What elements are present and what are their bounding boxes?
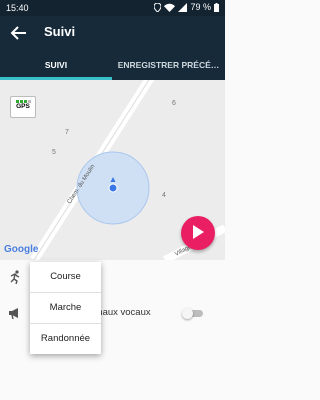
tab-enregistrer[interactable]: ENREGISTRER PRÉCÉ… <box>112 52 225 80</box>
runner-icon <box>10 270 20 284</box>
battery-percent: 79 % <box>190 2 211 12</box>
menu-item-marche[interactable]: Marche <box>30 293 101 323</box>
activity-menu: Course Marche Randonnée <box>30 262 101 354</box>
menu-item-course[interactable]: Course <box>30 262 101 292</box>
tab-bar: SUIVI ENREGISTRER PRÉCÉ… <box>0 52 225 80</box>
signal-icon <box>178 2 188 12</box>
gps-label: GPS <box>16 103 30 110</box>
app-bar: Suivi <box>0 16 225 52</box>
megaphone-icon <box>9 308 18 320</box>
back-arrow-icon[interactable] <box>10 24 28 42</box>
location-dot <box>109 184 117 192</box>
voice-signals-toggle[interactable] <box>182 308 203 319</box>
gps-indicator: GPS <box>10 96 36 118</box>
location-icon <box>154 2 162 12</box>
page-title: Suivi <box>44 24 76 39</box>
play-icon <box>193 225 204 239</box>
house-number: 5 <box>52 149 56 156</box>
start-tracking-button[interactable] <box>181 216 215 250</box>
google-logo: Google <box>4 244 39 255</box>
menu-item-randonnee[interactable]: Randonnée <box>30 324 101 354</box>
status-time: 15:40 <box>6 3 29 13</box>
tab-suivi[interactable]: SUIVI <box>0 52 112 80</box>
tab-suivi-label: SUIVI <box>44 60 68 70</box>
house-number: 7 <box>65 129 69 136</box>
house-number: 6 <box>172 100 176 107</box>
tab-enregistrer-label: ENREGISTRER PRÉCÉ… <box>117 60 220 70</box>
wifi-icon <box>164 3 176 12</box>
house-number: 4 <box>162 192 166 199</box>
battery-icon <box>214 2 219 12</box>
toggle-knob <box>182 308 193 319</box>
status-bar: 15:40 79 % <box>0 0 225 16</box>
